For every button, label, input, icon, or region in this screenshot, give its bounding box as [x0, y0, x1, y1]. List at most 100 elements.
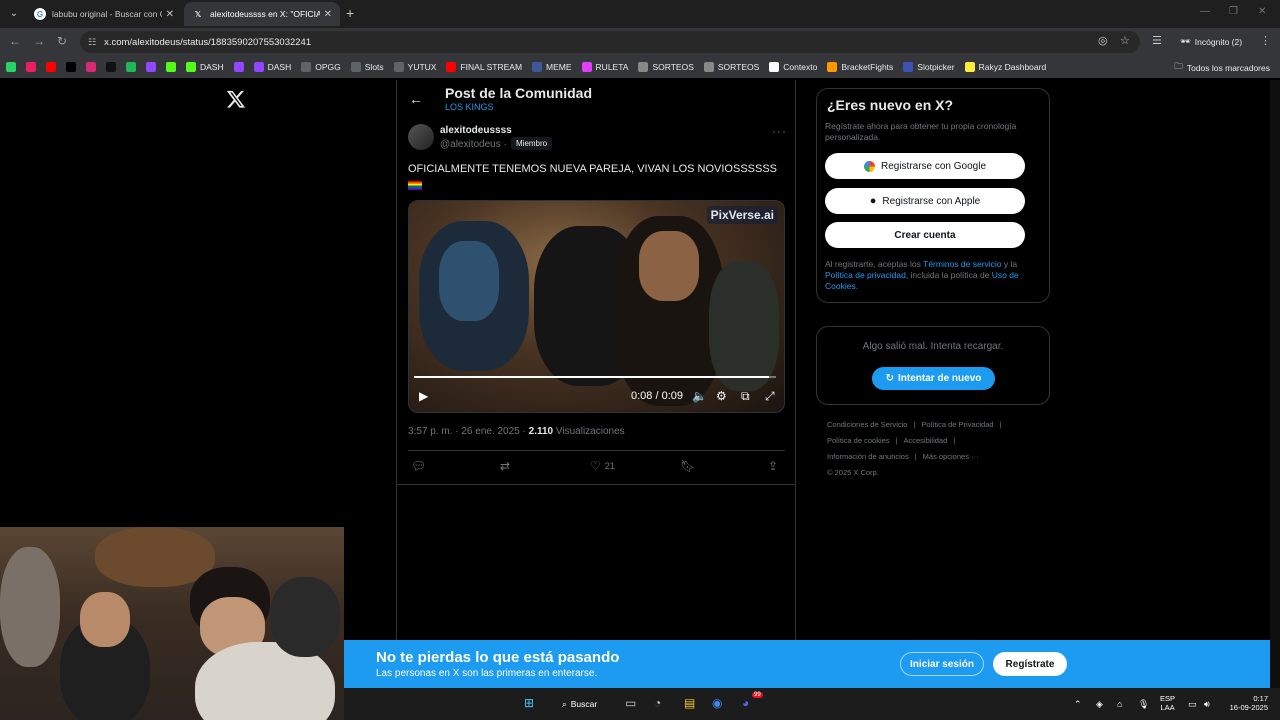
page-scrollbar[interactable] — [1270, 80, 1280, 690]
play-icon[interactable]: ▶ — [419, 389, 428, 403]
bookmark-label: DASH — [267, 62, 292, 72]
google-signup-label: Registrarse con Google — [880, 160, 987, 172]
microphone-icon[interactable]: 🎙︎ — [1138, 699, 1149, 710]
bookmark-item[interactable]: Slotpicker — [903, 62, 955, 72]
close-icon[interactable]: ✕ — [324, 9, 332, 20]
bookmark-item[interactable] — [146, 62, 160, 72]
privacy-link[interactable]: Política de privacidad — [825, 270, 906, 280]
x-logo-icon[interactable] — [226, 89, 246, 109]
video-frame — [639, 231, 699, 301]
all-bookmarks-folder[interactable]: 🗀 Todos los marcadores — [1174, 61, 1270, 75]
footer-link[interactable]: Política de cookies — [827, 436, 890, 445]
address-bar[interactable]: ☷ x.com/alexitodeus/status/1883590207553… — [80, 31, 1140, 53]
author-handle[interactable]: @alexitodeus · — [440, 139, 507, 150]
file-explorer-icon[interactable]: ▤ — [684, 696, 695, 710]
bookmark-star-icon[interactable]: ☆ — [1120, 34, 1130, 47]
video-progress-bar[interactable] — [414, 376, 776, 378]
menu-dots-icon[interactable]: ⋮ — [1260, 34, 1271, 47]
avatar[interactable] — [408, 124, 434, 150]
author-name[interactable]: alexitodeussss — [440, 125, 512, 136]
bookmark-item[interactable]: SORTEOS — [703, 62, 759, 72]
bookmark-item[interactable] — [233, 62, 248, 72]
google-signup-button[interactable]: Registrarse con Google — [825, 153, 1025, 179]
minimize-icon[interactable]: — — [1200, 6, 1210, 17]
reading-list-icon[interactable]: ☰ — [1152, 34, 1162, 47]
bookmark-item[interactable]: DASH — [186, 62, 224, 72]
close-icon[interactable]: ✕ — [166, 9, 174, 20]
volume-icon[interactable]: 🔈 — [692, 389, 707, 403]
task-view-icon[interactable]: ▭ — [625, 696, 636, 710]
retry-button[interactable]: ↻ Intentar de nuevo — [872, 367, 995, 390]
tab-search-icon[interactable]: ⌄ — [6, 5, 22, 21]
taskbar-clock[interactable]: 0:17 16-09-2025 — [1224, 694, 1268, 712]
forward-icon[interactable]: → — [33, 34, 45, 48]
footer-link[interactable]: Accesibilidad — [904, 436, 948, 445]
banner-signup-button[interactable]: Regístrate — [993, 652, 1067, 676]
chevron-up-icon[interactable]: ⌃ — [1074, 699, 1082, 710]
bookmark-item[interactable]: Contexto — [769, 62, 817, 72]
display-icon[interactable]: ▭ — [1188, 699, 1197, 710]
share-icon[interactable]: ⇪ — [768, 459, 778, 473]
login-button[interactable]: Iniciar sesión — [900, 652, 984, 676]
back-arrow-icon[interactable]: ← — [409, 91, 423, 107]
more-options-icon[interactable]: ··· — [772, 124, 787, 138]
chrome-icon[interactable]: ◉ — [712, 696, 722, 710]
bookmark-item[interactable]: OPGG — [301, 62, 341, 72]
steam-icon[interactable]: ◈ — [1096, 699, 1103, 710]
footer-link[interactable]: Más opciones ··· — [923, 452, 979, 461]
back-icon[interactable]: ← — [9, 34, 21, 48]
footer-link[interactable]: Condiciones de Servicio — [827, 420, 907, 429]
app-icon[interactable]: ◔ — [654, 696, 661, 710]
reply-icon[interactable]: 💬︎ — [411, 459, 426, 473]
incognito-indicator[interactable]: 🕶 Incógnito (2) — [1180, 36, 1242, 47]
tab-x-post[interactable]: 𝕏 alexitodeussss en X: "OFICIALMENTE ✕ — [184, 2, 340, 26]
footer-link[interactable]: Información de anuncios — [827, 452, 909, 461]
language-indicator[interactable]: ESP LAA — [1160, 694, 1175, 712]
create-account-button[interactable]: Crear cuenta — [825, 222, 1025, 248]
taskbar-search[interactable]: ⌕ Buscar — [556, 694, 616, 714]
discord-icon[interactable]: ◕ — [742, 696, 749, 710]
bookmark-item[interactable]: BracketFights — [827, 62, 893, 72]
fullscreen-icon[interactable]: ⤢ — [765, 389, 775, 404]
new-tab-button[interactable]: + — [346, 5, 354, 21]
bookmark-item[interactable] — [106, 62, 120, 72]
like-button[interactable]: ♡ 21 — [590, 459, 615, 473]
bookmark-item[interactable]: YUTUX — [393, 62, 436, 72]
speaker-icon[interactable]: 🔊︎ — [1204, 699, 1210, 710]
settings-icon[interactable]: ⚙ — [716, 389, 727, 403]
bookmark-item[interactable] — [6, 62, 20, 72]
instagram-icon — [86, 62, 96, 72]
bookmark-item[interactable]: Slots — [350, 62, 384, 72]
bookmark-item[interactable]: SORTEOS — [638, 62, 694, 72]
apple-signup-button[interactable]: ● Registrarse con Apple — [825, 188, 1025, 214]
bookmark-item[interactable] — [46, 62, 60, 72]
bookmark-item[interactable]: FINAL STREAM — [446, 62, 522, 72]
site-info-icon[interactable]: ☷ — [88, 37, 96, 48]
post-timestamp[interactable]: 3:57 p. m. · 26 ene. 2025 · — [408, 426, 526, 437]
footer-link[interactable]: Política de Privacidad — [921, 420, 993, 429]
repost-icon[interactable]: ⇄ — [500, 459, 510, 473]
bookmark-item[interactable] — [66, 62, 80, 72]
video-player[interactable]: PixVerse.ai ▶ 0:08 / 0:09 🔈 ⚙ ⧉ ⤢ — [408, 200, 785, 413]
bookmark-item[interactable]: MEME — [532, 62, 572, 72]
bookmark-item[interactable] — [126, 62, 140, 72]
bookmark-item[interactable] — [86, 62, 100, 72]
reload-icon[interactable]: ↻ — [57, 34, 67, 48]
close-window-icon[interactable]: ✕ — [1258, 6, 1266, 17]
eye-off-icon[interactable]: ◎ — [1098, 34, 1108, 47]
rakyz-icon — [964, 62, 975, 72]
network-icon[interactable]: ⌂ — [1117, 699, 1122, 709]
bookmark-item[interactable]: RULETA — [581, 62, 628, 72]
pip-icon[interactable]: ⧉ — [741, 389, 750, 404]
community-link[interactable]: LOS KINGS — [445, 102, 494, 112]
bookmark-icon[interactable]: 🔖︎ — [680, 459, 695, 473]
windows-start-icon[interactable]: ⊞ — [524, 696, 534, 710]
bookmark-item[interactable]: DASH — [253, 62, 292, 72]
bookmark-item[interactable] — [26, 62, 40, 72]
restore-icon[interactable]: ❐ — [1229, 6, 1238, 17]
bookmark-item[interactable]: Rakyz Dashboard — [964, 62, 1046, 72]
bookmark-item[interactable] — [166, 62, 180, 72]
tab-google-search[interactable]: G labubu original - Buscar con Google ✕ — [26, 2, 182, 26]
handle-separator: · — [503, 139, 507, 150]
terms-link[interactable]: Términos de servicio — [923, 259, 1001, 269]
